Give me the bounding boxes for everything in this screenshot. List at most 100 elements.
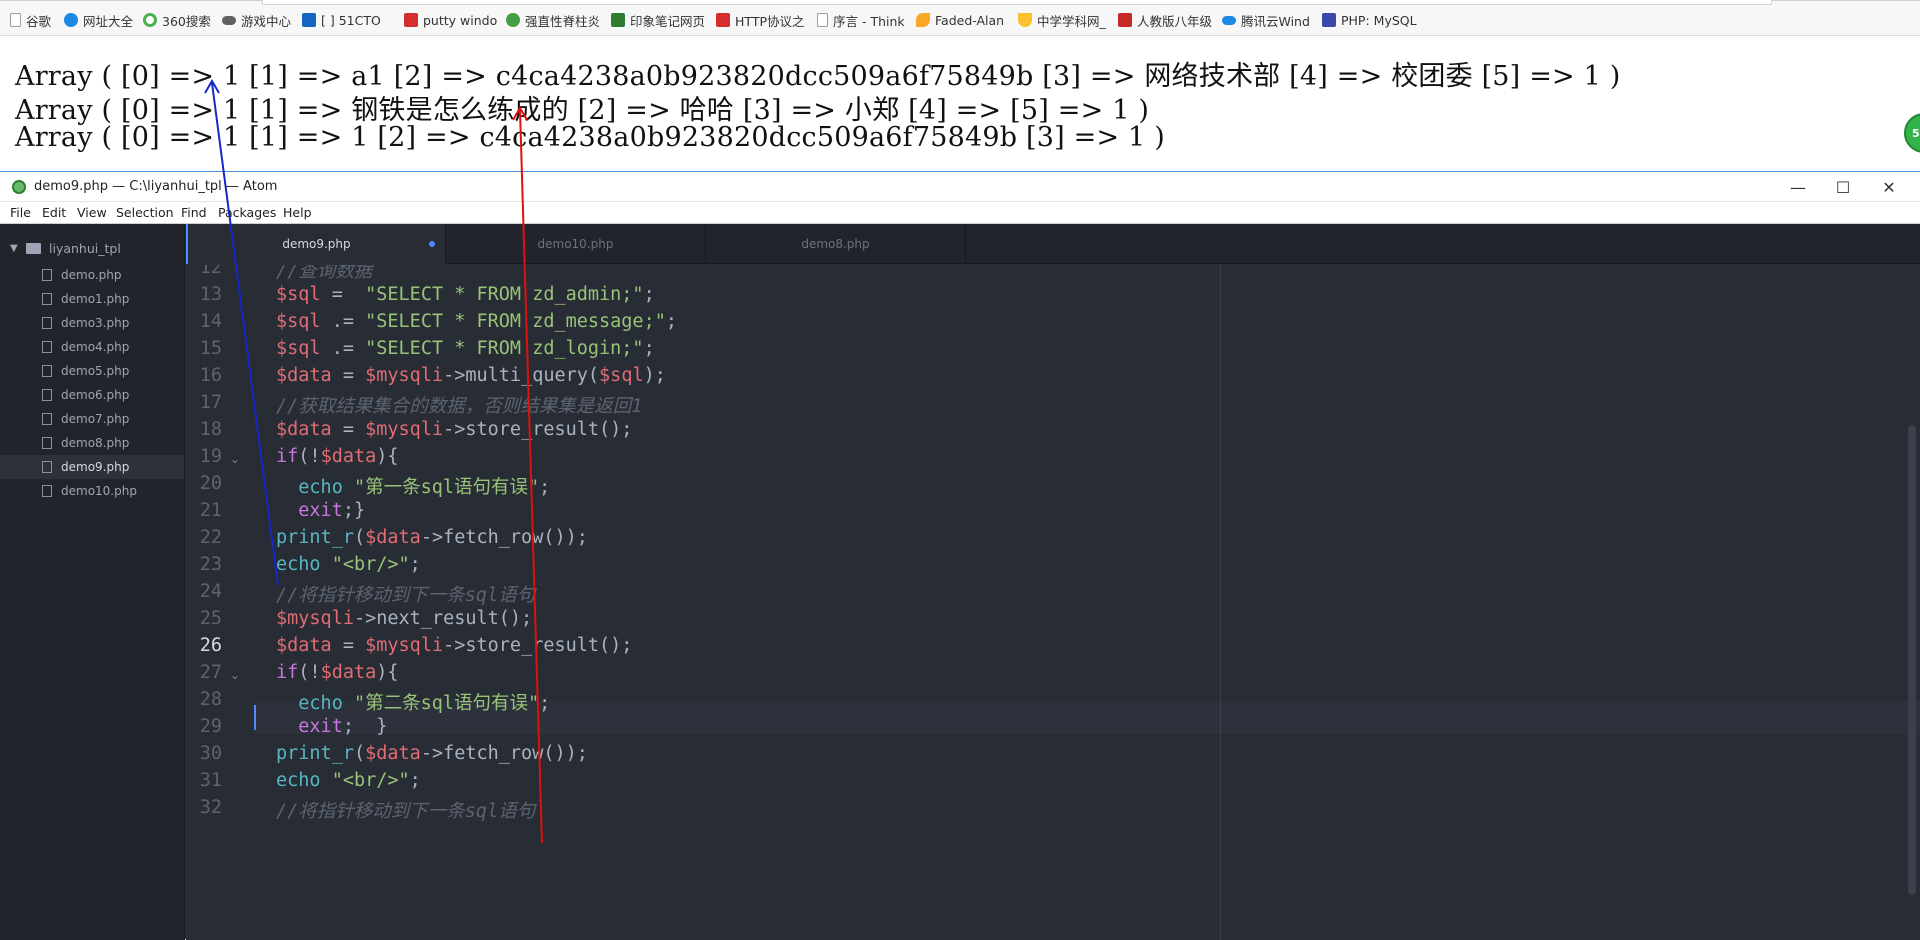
bookmarks-bar: 谷歌 网址大全 360搜索 游戏中心 [ ] 51CTO putty windo … [0,0,1920,36]
code-line: echo "<br/>"; [276,770,421,791]
php-icon [1322,13,1336,27]
file-icon [42,413,52,425]
tree-root-label: liyanhui_tpl [49,241,121,256]
tree-file-item[interactable]: demo7.php [0,407,184,431]
tree-root-folder[interactable]: ▼ liyanhui_tpl [10,241,121,256]
php-output: Array ( [0] => 1 [1] => a1 [2] => c4ca42… [0,37,1920,169]
code-line: exit;} [276,500,366,521]
file-icon [42,293,52,305]
line-number: 13 [199,284,222,305]
line-number: 24 [199,581,222,602]
menu-file[interactable]: File [10,205,31,220]
menu-selection[interactable]: Selection [116,205,174,220]
chevron-down-icon: ▼ [10,243,18,254]
title-bar: demo9.php — C:\liyanhui_tpl — Atom — ☐ ✕ [0,172,1920,202]
line-number: 23 [199,554,222,575]
file-icon [42,269,52,281]
tree-file-item[interactable]: demo3.php [0,311,184,335]
bookmark-item[interactable]: putty windo [404,11,497,29]
code-editor[interactable]: 12 13 14 15 16 17 18 19 ⌄ 20 21 22 23 24… [186,265,1920,940]
hao-icon [64,13,78,27]
modified-dot-icon [429,241,435,247]
code-line: print_r($data->fetch_row()); [276,743,588,764]
c-logo-icon [404,13,418,27]
menu-view[interactable]: View [77,205,107,220]
line-number: 31 [199,770,222,791]
51cto-icon [302,13,316,27]
bookmark-item[interactable]: 360搜索 [143,11,211,29]
code-line: echo "第一条sql语句有误"; [276,477,551,498]
line-number: 19 [199,446,222,467]
menu-help[interactable]: Help [283,205,312,220]
line-number: 29 [199,716,222,737]
tab-demo8[interactable]: demo8.php [706,224,966,264]
line-number: 27 [199,662,222,683]
trophy-icon [1018,13,1032,27]
address-bar-edge [262,0,1772,5]
bookmark-item[interactable]: 人教版八年级 [1118,11,1212,29]
360-icon [143,13,157,27]
bookmark-item[interactable]: 序言 - Think [817,11,905,29]
code-line: $sql = "SELECT * FROM zd_admin;"; [276,284,655,305]
tab-demo9[interactable]: demo9.php [186,224,446,264]
menu-edit[interactable]: Edit [42,205,66,220]
line-number: 18 [199,419,222,440]
line-number: 16 [199,365,222,386]
tree-file-item[interactable]: demo4.php [0,335,184,359]
tab-demo10[interactable]: demo10.php [446,224,706,264]
atom-logo-icon [12,180,26,194]
maximize-button[interactable]: ☐ [1820,174,1866,200]
tree-file-item-active[interactable]: demo9.php [0,455,184,479]
tree-file-item[interactable]: demo1.php [0,287,184,311]
tree-file-item[interactable]: demo5.php [0,359,184,383]
tree-file-item[interactable]: demo6.php [0,383,184,407]
folder-icon [26,243,41,254]
code-line: $sql .= "SELECT * FROM zd_message;"; [276,311,677,332]
bookmark-item[interactable]: 网址大全 [64,11,133,29]
line-number: 22 [199,527,222,548]
fold-chevron-icon[interactable]: ⌄ [230,452,240,466]
menu-packages[interactable]: Packages [218,205,276,220]
scrollbar[interactable] [1908,425,1916,895]
bookmark-item[interactable]: 腾讯云Wind [1222,11,1310,29]
bookmark-item[interactable]: [ ] 51CTO [302,11,381,29]
c-logo-icon [716,13,730,27]
code-line: echo "第二条sql语句有误"; [276,693,551,714]
bookmark-item[interactable]: PHP: MySQL [1322,11,1417,29]
code-line: exit; } [276,716,388,737]
window-title: demo9.php — C:\liyanhui_tpl — Atom [34,179,278,194]
code-line: //将指针移动到下一条sql语句 [276,801,536,822]
tree-file-item[interactable]: demo.php [0,263,184,287]
text-cursor [254,705,256,730]
evernote-icon [611,13,625,27]
page-icon [817,13,828,27]
gamepad-icon [222,15,236,25]
atom-window: demo9.php — C:\liyanhui_tpl — Atom — ☐ ✕… [0,171,1920,940]
code-line: $data = $mysqli->store_result(); [276,419,633,440]
line-number: 15 [199,338,222,359]
close-button[interactable]: ✕ [1866,174,1912,200]
bookmark-item[interactable]: 印象笔记网页 [611,11,705,29]
tree-file-item[interactable]: demo10.php [0,479,184,503]
tree-file-item[interactable]: demo8.php [0,431,184,455]
bookmark-item[interactable]: 游戏中心 [222,11,291,29]
wrap-guide [1220,265,1221,940]
bookmark-item[interactable]: 强直性脊柱炎 [506,11,600,29]
bookmark-item[interactable]: Faded-Alan [916,11,1004,29]
menu-find[interactable]: Find [181,205,207,220]
fold-chevron-icon[interactable]: ⌄ [230,668,240,682]
code-line: //查询数据 [276,265,373,282]
bookmark-item[interactable]: 中学学科网_ [1018,11,1106,29]
file-icon [42,437,52,449]
bookmark-item[interactable]: 谷歌 [10,11,51,29]
code-line: if(!$data){ [276,662,399,683]
tree-view: ▼ liyanhui_tpl demo.php demo1.php demo3.… [0,224,185,940]
menu-bar: File Edit View Selection Find Packages H… [0,202,1920,224]
minimize-button[interactable]: — [1775,174,1821,200]
output-line: Array ( [0] => 1 [1] => 1 [2] => c4ca423… [15,122,1165,153]
file-icon [42,365,52,377]
line-number: 28 [199,689,222,710]
kangxi-icon [506,13,520,27]
code-line: //获取结果集合的数据，否则结果集是返回1 [276,396,643,417]
bookmark-item[interactable]: HTTP协议之 [716,11,805,29]
